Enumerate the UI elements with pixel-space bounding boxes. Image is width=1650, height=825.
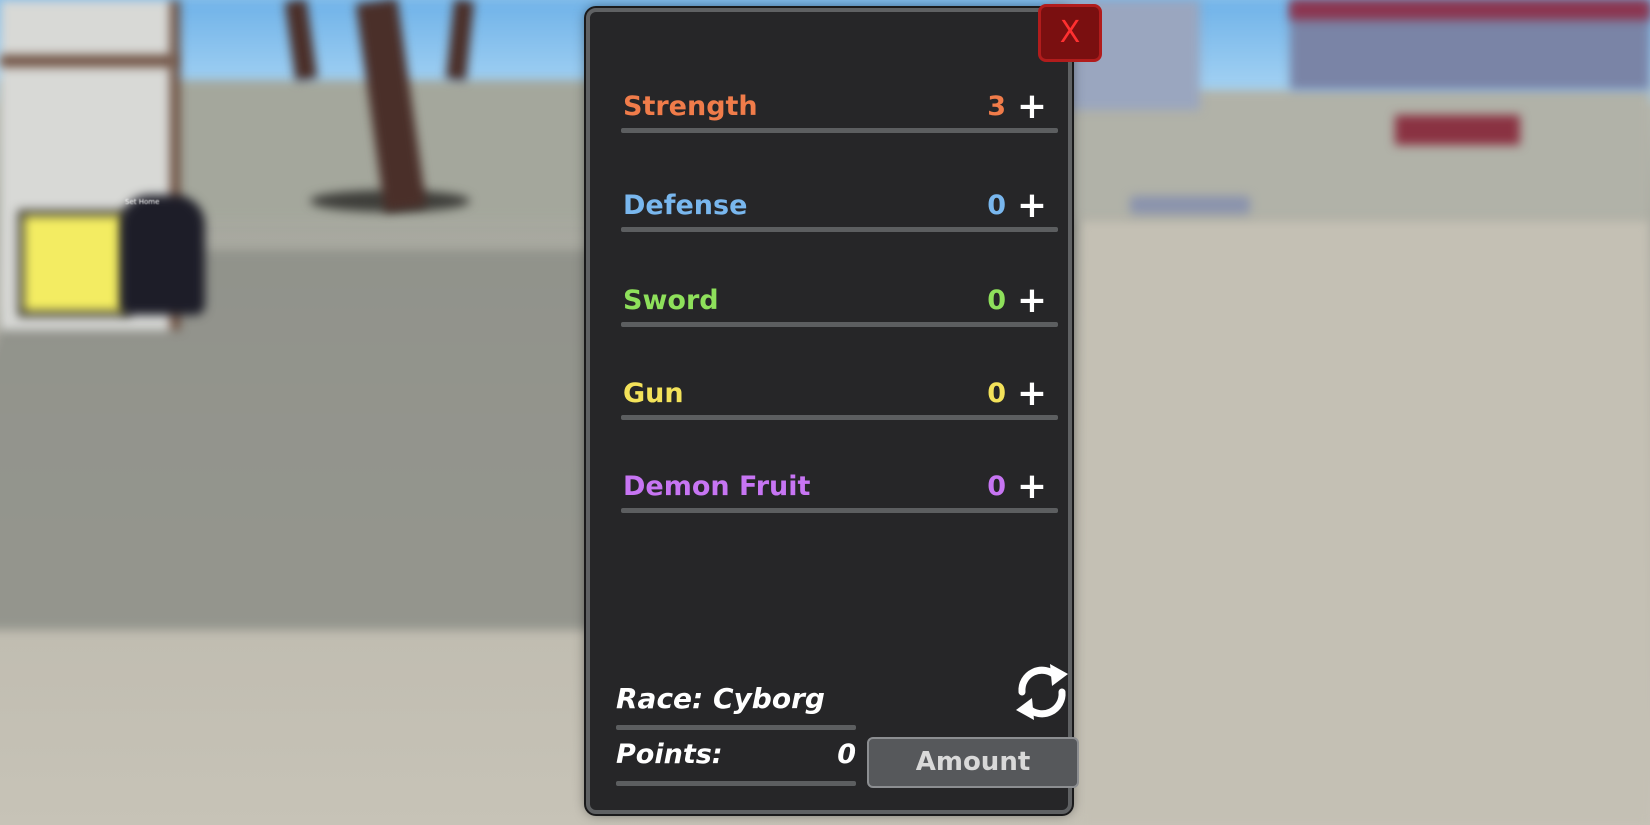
stat-label: Gun	[623, 378, 684, 409]
points-label: Points:	[616, 739, 723, 770]
stat-label: Demon Fruit	[623, 471, 811, 502]
stat-divider	[621, 227, 1058, 232]
amount-input[interactable]: Amount	[867, 737, 1079, 788]
right-building-roof	[1290, 0, 1650, 20]
stat-value: 3	[987, 91, 1006, 122]
stat-row-strength: Strength 3 +	[621, 85, 1058, 133]
stat-label: Strength	[623, 91, 758, 122]
stat-row-sword: Sword 0 +	[621, 279, 1058, 327]
stat-divider	[621, 415, 1058, 420]
stat-label: Sword	[623, 285, 719, 316]
points-value: 0	[837, 739, 856, 770]
npc-name-tag: Set Home	[125, 198, 160, 206]
stat-divider	[621, 508, 1058, 513]
stat-value: 0	[987, 285, 1006, 316]
stat-divider	[621, 128, 1058, 133]
npc-character[interactable]	[120, 195, 205, 315]
stat-value: 0	[987, 378, 1006, 409]
race-label: Race: Cyborg	[616, 682, 825, 715]
stat-label: Defense	[623, 190, 748, 221]
ground-area	[1080, 220, 1650, 825]
points-divider	[616, 781, 856, 786]
market-sign	[1395, 115, 1520, 145]
add-sword-button[interactable]: +	[1014, 281, 1050, 321]
refresh-icon[interactable]	[1010, 658, 1074, 726]
house-beam	[0, 55, 175, 67]
stat-value: 0	[987, 471, 1006, 502]
stat-value: 0	[987, 190, 1006, 221]
race-divider	[616, 725, 856, 730]
stat-row-demon-fruit: Demon Fruit 0 +	[621, 465, 1058, 513]
stat-row-gun: Gun 0 +	[621, 372, 1058, 420]
stat-row-defense: Defense 0 +	[621, 184, 1058, 232]
add-gun-button[interactable]: +	[1014, 374, 1050, 414]
add-demon-fruit-button[interactable]: +	[1014, 467, 1050, 507]
add-defense-button[interactable]: +	[1014, 186, 1050, 226]
ground-mat	[1130, 196, 1250, 214]
close-button[interactable]: X	[1038, 4, 1102, 62]
stat-divider	[621, 322, 1058, 327]
add-strength-button[interactable]: +	[1014, 87, 1050, 127]
house-window	[18, 210, 130, 317]
